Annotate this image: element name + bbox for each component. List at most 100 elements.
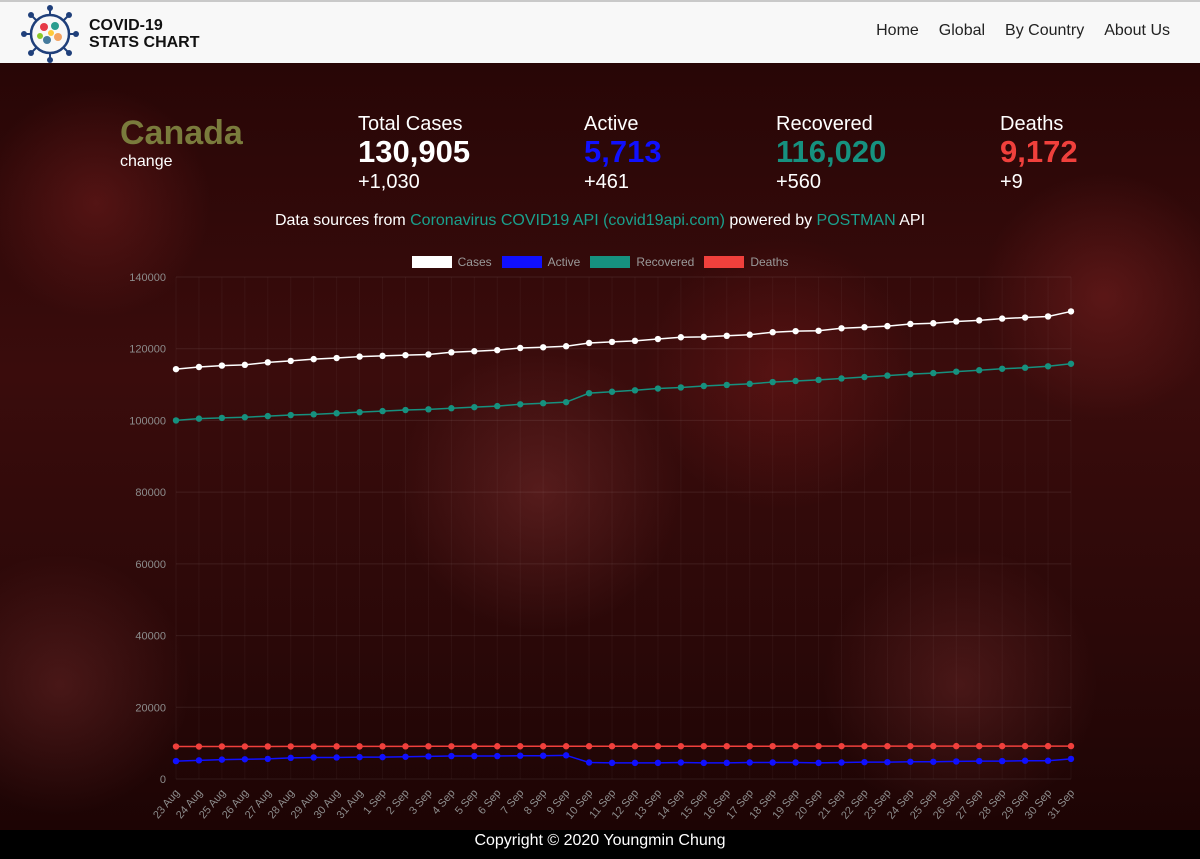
data-point-deaths — [402, 743, 409, 750]
data-point-cases — [769, 329, 776, 336]
data-point-deaths — [264, 743, 271, 750]
brand[interactable]: COVID-19 STATS CHART — [20, 5, 200, 63]
data-point-deaths — [517, 743, 524, 750]
nav-global-link[interactable]: Global — [939, 22, 985, 40]
data-point-deaths — [310, 743, 317, 750]
data-point-active — [792, 759, 799, 766]
data-point-cases — [402, 351, 409, 359]
nav-by-country-link[interactable]: By Country — [1005, 22, 1084, 40]
data-point-cases — [1044, 313, 1052, 320]
data-point-active — [195, 757, 203, 764]
data-point-recovered — [746, 380, 753, 388]
data-point-cases — [1021, 314, 1029, 321]
data-point-recovered — [218, 414, 226, 422]
data-point-cases — [287, 357, 294, 365]
data-point-active — [1067, 755, 1075, 763]
data-point-recovered — [517, 401, 524, 408]
data-point-active — [264, 755, 271, 763]
data-point-deaths — [746, 742, 753, 750]
data-point-cases — [333, 354, 340, 362]
data-point-recovered — [539, 400, 547, 407]
data-point-active — [241, 756, 249, 763]
data-point-recovered — [425, 406, 432, 413]
data-point-active — [379, 753, 386, 761]
brand-title: COVID-19 STATS CHART — [89, 17, 200, 51]
series-line-active — [175, 754, 1072, 764]
data-point-deaths — [494, 743, 501, 750]
x-tick-label: 3 Sep — [407, 787, 435, 817]
data-point-recovered — [608, 388, 616, 395]
data-point-active — [976, 757, 983, 765]
data-point-recovered — [792, 377, 799, 385]
data-point-recovered — [585, 389, 593, 397]
data-point-recovered — [195, 415, 203, 422]
data-point-cases — [907, 320, 914, 328]
data-point-cases — [792, 327, 799, 335]
data-point-active — [448, 752, 455, 760]
data-point-recovered — [310, 411, 317, 418]
data-point-active — [907, 758, 914, 765]
data-point-cases — [539, 344, 547, 351]
data-point-cases — [654, 335, 662, 343]
data-point-active — [746, 759, 753, 766]
data-point-active — [884, 758, 891, 766]
data-point-cases — [448, 349, 455, 356]
y-tick-label: 20000 — [135, 702, 166, 714]
data-point-active — [517, 752, 524, 759]
data-point-active — [287, 754, 294, 762]
data-point-recovered — [494, 402, 501, 410]
x-tick-label: 1 Sep — [361, 787, 389, 817]
data-point-cases — [471, 348, 478, 355]
data-point-cases — [976, 317, 983, 324]
data-point-cases — [562, 343, 570, 350]
x-tick-label: 7 Sep — [499, 787, 527, 817]
data-point-recovered — [998, 365, 1006, 372]
data-point-active — [1021, 757, 1029, 764]
data-point-recovered — [884, 372, 891, 379]
data-point-active — [471, 752, 478, 760]
data-point-active — [494, 752, 501, 760]
data-point-cases — [356, 353, 363, 360]
data-point-cases — [884, 322, 891, 330]
data-point-active — [608, 759, 616, 767]
data-point-recovered — [677, 384, 685, 391]
data-point-deaths — [723, 742, 730, 750]
data-point-active — [861, 758, 868, 766]
data-point-cases — [195, 363, 203, 371]
data-point-recovered — [172, 417, 180, 424]
data-point-cases — [218, 362, 226, 369]
nav-home-link[interactable]: Home — [876, 22, 919, 40]
data-point-deaths — [654, 743, 662, 750]
data-point-deaths — [769, 742, 776, 750]
data-point-deaths — [241, 743, 249, 750]
data-point-deaths — [379, 743, 386, 750]
data-point-active — [769, 759, 776, 766]
footer: Copyright © 2020 Youngmin Chung — [0, 830, 1200, 859]
x-tick-label: 2 Sep — [384, 787, 412, 817]
data-point-active — [310, 754, 317, 761]
data-point-active — [539, 752, 547, 759]
data-point-cases — [494, 346, 501, 354]
data-point-deaths — [792, 742, 799, 750]
data-point-deaths — [218, 743, 226, 750]
data-point-deaths — [172, 743, 180, 750]
data-point-deaths — [1021, 742, 1029, 750]
virus-logo-icon — [21, 5, 79, 63]
data-point-active — [838, 759, 845, 766]
data-point-active — [425, 753, 432, 760]
data-point-recovered — [471, 403, 478, 411]
data-point-deaths — [631, 743, 639, 750]
nav-about-us-link[interactable]: About Us — [1104, 22, 1170, 40]
data-point-deaths — [861, 742, 868, 750]
y-tick-label: 0 — [160, 774, 166, 786]
data-point-deaths — [838, 742, 845, 750]
y-tick-label: 40000 — [135, 631, 166, 643]
y-tick-label: 60000 — [135, 559, 166, 571]
data-point-active — [585, 759, 593, 766]
data-point-recovered — [631, 387, 639, 394]
data-point-deaths — [608, 743, 616, 750]
data-point-recovered — [815, 376, 822, 384]
series-line-recovered — [175, 363, 1072, 422]
data-point-recovered — [953, 368, 960, 375]
data-point-active — [677, 759, 685, 766]
